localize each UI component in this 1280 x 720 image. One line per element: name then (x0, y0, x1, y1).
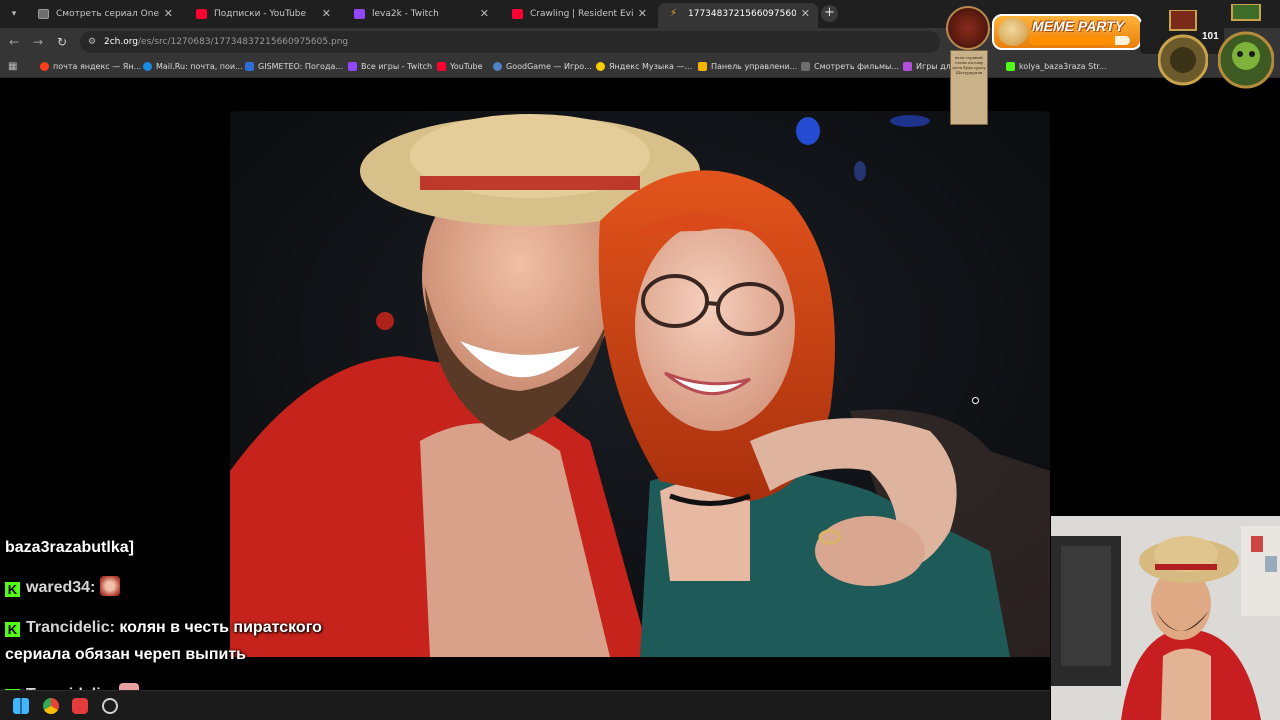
bookmark-item[interactable]: Игры для (903, 56, 956, 78)
bookmark-label: Mail.Ru: почта, пои... (156, 62, 243, 71)
goodgame-icon (493, 62, 502, 71)
bookmark-label: kolya_baza3raza Str... (1019, 62, 1107, 71)
bookmark-item[interactable]: Яндекс Музыка —... (596, 56, 692, 78)
bookmark-label: почта яндекс — Ян... (53, 62, 142, 71)
url-path: /es/src/1270683/17734837215660975605.png (138, 37, 349, 47)
viewed-photo[interactable] (230, 111, 1050, 657)
bookmark-item[interactable]: Смотреть фильмы... (801, 56, 899, 78)
address-bar[interactable]: ⚙ 2ch.org/es/src/1270683/177348372156609… (80, 31, 940, 53)
rank-medal-icon (1158, 10, 1208, 86)
meme-party-progress (1030, 36, 1130, 45)
tab-twitch[interactable]: leva2k - Twitch ✕ (342, 3, 497, 25)
scroll-badge: всех страной стали потому дела будь сраз… (950, 50, 988, 125)
scroll-text: всех страной стали потому дела будь сраз… (952, 55, 986, 75)
chat-message: baza3razabutlka] (5, 539, 134, 557)
meme-party-progress-fill (1030, 36, 1115, 45)
photo-illustration (230, 111, 1050, 657)
tab-youtube-subscriptions[interactable]: Подписки - YouTube ✕ (184, 3, 339, 25)
site-info-icon[interactable]: ⚙ (88, 36, 100, 48)
image-icon: ⚡ (670, 8, 678, 19)
youtube-icon (196, 9, 207, 19)
streamer-webcam (1051, 516, 1280, 720)
bookmark-item[interactable]: почта яндекс — Ян... (40, 56, 141, 78)
bookmark-label: GoodGame — Игро... (506, 62, 592, 71)
yandex-music-icon (596, 62, 605, 71)
url-host: 2ch.org (104, 37, 139, 47)
bookmark-item[interactable]: GISMETEO: Погода... (245, 56, 343, 78)
bookmark-item[interactable]: Все игры - Twitch (348, 56, 432, 78)
forward-button[interactable]: → (30, 34, 46, 50)
tab-title: Смотреть сериал One Piece. Бо (56, 9, 159, 19)
chat-text: baza3razabutlka] (5, 539, 134, 556)
bookmarks-bar: ▦ почта яндекс — Ян... Mail.Ru: почта, п… (0, 56, 1280, 78)
tab-search-icon[interactable]: ▾ (6, 6, 22, 22)
chat-username: Trancidelic: (26, 619, 115, 636)
windows-icon[interactable] (13, 698, 29, 714)
bookmark-label: Яндекс Музыка —... (609, 62, 693, 71)
bookmark-item[interactable]: Mail.Ru: почта, пои... (143, 56, 243, 78)
mail-ru-icon (143, 62, 152, 71)
control-panel-icon (698, 62, 707, 71)
bookmark-label: Панель управлени... (711, 62, 798, 71)
tab-title: 17734837215660975605.png (1 (688, 9, 796, 19)
movies-icon (801, 62, 810, 71)
youtube-icon (437, 62, 446, 71)
back-button[interactable]: ← (6, 34, 22, 50)
tab-resident-evil[interactable]: Crawling | Resident Evil 9: Requ ✕ (500, 3, 655, 25)
meme-party-title: MEME PARTY (1032, 18, 1125, 34)
doge-icon (998, 18, 1028, 46)
chat-message: K Trancidelic: колян в честь пиратского (5, 619, 322, 637)
bookmark-label: YouTube (450, 62, 483, 71)
bookmark-item[interactable]: GoodGame — Игро... (493, 56, 592, 78)
new-tab-button[interactable]: + (821, 5, 838, 22)
tab-favicon-icon (38, 9, 49, 19)
chrome-icon[interactable] (43, 698, 59, 714)
youtube-icon (512, 9, 523, 19)
mouse-cursor (972, 397, 979, 404)
bookmark-label: GISMETEO: Погода... (258, 62, 343, 71)
tab-title: Crawling | Resident Evil 9: Requ (530, 9, 633, 19)
kick-icon: K (5, 622, 20, 637)
close-icon[interactable]: ✕ (164, 3, 173, 25)
chat-message: сериала обязан череп выпить (5, 646, 246, 664)
seal-badge-icon (946, 6, 990, 50)
windows-taskbar (0, 690, 1050, 720)
webcam-illustration (1051, 516, 1280, 720)
tab-one-piece[interactable]: Смотреть сериал One Piece. Бо ✕ (26, 3, 181, 25)
chat-username: wared34: (26, 579, 96, 596)
close-icon[interactable]: ✕ (322, 3, 331, 25)
meme-party-widget: MEME PARTY (992, 14, 1142, 50)
chat-message: Kwared34: (5, 576, 120, 597)
orc-rank-icon (1218, 4, 1274, 89)
twitch-icon (348, 62, 357, 71)
yandex-icon (40, 62, 49, 71)
overlay-counter: 101 (1202, 31, 1219, 42)
reload-button[interactable]: ↻ (54, 34, 70, 50)
kick-icon (1006, 62, 1015, 71)
close-icon[interactable]: ✕ (638, 3, 647, 25)
tab-title: leva2k - Twitch (372, 9, 439, 19)
telegram-icon[interactable] (72, 698, 88, 714)
obs-icon[interactable] (102, 698, 118, 714)
close-icon[interactable]: ✕ (480, 3, 489, 25)
tab-title: Подписки - YouTube (214, 9, 307, 19)
apps-grid-icon[interactable]: ▦ (8, 61, 19, 72)
bookmark-label: Все игры - Twitch (361, 62, 433, 71)
bookmark-item[interactable]: Панель управлени... (698, 56, 797, 78)
games-icon (903, 62, 912, 71)
kick-icon: K (5, 582, 20, 597)
emote-icon (99, 576, 120, 596)
chat-text: сериала обязан череп выпить (5, 646, 246, 663)
tab-image-active[interactable]: ⚡ 17734837215660975605.png (1 ✕ (658, 3, 818, 28)
address-url[interactable]: 2ch.org/es/src/1270683/17734837215660975… (104, 31, 348, 53)
bookmark-item[interactable]: YouTube (437, 56, 483, 78)
gismeteo-icon (245, 62, 254, 71)
twitch-icon (354, 9, 365, 19)
close-icon[interactable]: ✕ (801, 3, 810, 25)
chat-text: колян в честь пиратского (119, 619, 322, 636)
bookmark-item[interactable]: kolya_baza3raza Str... (1006, 56, 1107, 78)
bookmark-label: Смотреть фильмы... (814, 62, 899, 71)
